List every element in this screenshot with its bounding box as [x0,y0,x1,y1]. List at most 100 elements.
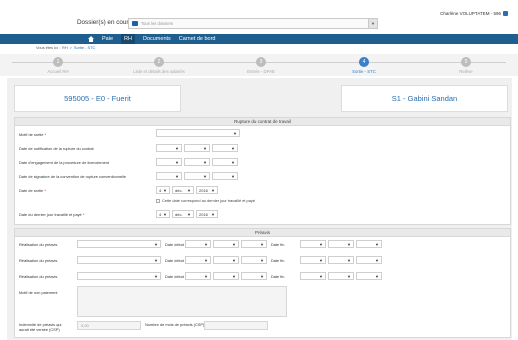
indemnite-label: Indemnité de préavis qui aurait été vers… [19,322,62,332]
dossier-placeholder: Tous les dossiers [141,21,174,26]
user-name: Charlène VOLUPTATEM - 596 [440,11,501,16]
fin-label-3: Date fin [271,274,285,279]
signature-day-select[interactable]: ▼ [156,172,182,180]
notification-day-select[interactable]: ▼ [156,144,182,152]
step-number: 5 [461,57,471,67]
breadcrumb-current: Sortie - STC [73,45,96,50]
step-entree[interactable]: 3 Entrée - DPAE [211,57,311,74]
nav-item-carnet[interactable]: Carnet de bord [179,36,216,42]
chevron-down-icon[interactable]: ▼ [368,19,377,28]
nav-item-paie[interactable]: Paie [102,36,113,42]
dernier-label: Date du dernier jour travaillé et payé * [19,212,84,217]
fin-year-1[interactable]: ▼ [356,240,382,248]
realisation-select-3[interactable]: ▼ [77,272,161,280]
fin-month-3[interactable]: ▼ [328,272,354,280]
preavis-title: Préavis [15,229,510,237]
fin-year-2[interactable]: ▼ [356,256,382,264]
fin-month-1[interactable]: ▼ [328,240,354,248]
motif-non-paiement-label: Motif de non paiement [19,290,58,295]
home-icon[interactable] [88,36,94,42]
dernier-month-select[interactable]: déc. ▼ [172,210,194,218]
debut-label-3: Date début [165,274,185,279]
dernier-year: 2016 [199,211,208,217]
step-liste[interactable]: 2 Liste et détails des salariés [109,57,209,74]
step-accueil[interactable]: 1 Accueil RH [8,57,108,74]
nav-item-rh[interactable]: RH [121,34,135,44]
rupture-section: Rupture du contrat de travail Motif de s… [14,117,511,225]
fin-month-2[interactable]: ▼ [328,256,354,264]
rupture-title: Rupture du contrat de travail [15,118,510,126]
debut-day-2[interactable]: ▼ [185,256,211,264]
dernier-month: déc. [175,211,183,217]
breadcrumb-rh[interactable]: RH [62,45,68,50]
required-mark: * [44,132,47,137]
fin-label-2: Date fin [271,258,285,263]
sortie-year-select[interactable]: 2016 ▼ [196,186,218,194]
debut-year-3[interactable]: ▼ [241,272,267,280]
debut-label-1: Date début [165,242,185,247]
debut-month-2[interactable]: ▼ [213,256,239,264]
debut-label-2: Date début [165,258,185,263]
step-sortie[interactable]: 4 Sortie - STC [314,57,414,74]
nav-item-documents[interactable]: Documents [143,36,171,42]
engagement-year-select[interactable]: ▼ [212,158,238,166]
realisation-select-1[interactable]: ▼ [77,240,161,248]
page: Charlène VOLUPTATEM - 596 Dossier(s) en … [0,0,518,340]
sortie-month-select[interactable]: déc. ▼ [172,186,194,194]
notification-year-select[interactable]: ▼ [212,144,238,152]
fin-day-1[interactable]: ▼ [300,240,326,248]
debut-month-3[interactable]: ▼ [213,272,239,280]
notification-month-select[interactable]: ▼ [184,144,210,152]
dernier-day-select[interactable]: 4 ▼ [156,210,170,218]
sortie-month: déc. [175,187,183,193]
indemnite-input[interactable]: 0,00 [77,321,141,330]
checkbox-label: Cette date correspond au dernier jour tr… [162,198,255,203]
step-label: Sortie - STC [352,69,376,74]
debut-year-2[interactable]: ▼ [241,256,267,264]
step-number: 2 [154,57,164,67]
sortie-label-text: Date de sortie [19,188,44,193]
motif-label-text: Motif de sortie [19,132,44,137]
mois-preavis-label: Nombre de mois de préavis (CSP) [145,322,205,327]
fin-year-3[interactable]: ▼ [356,272,382,280]
fin-day-3[interactable]: ▼ [300,272,326,280]
mois-preavis-input[interactable] [204,321,268,330]
engagement-month-select[interactable]: ▼ [184,158,210,166]
signature-month-select[interactable]: ▼ [184,172,210,180]
dernier-label-text: Date du dernier jour travaillé et payé [19,212,82,217]
sortie-year: 2016 [199,187,208,193]
engagement-day-select[interactable]: ▼ [156,158,182,166]
signature-label: Date de signature de la convention de ru… [19,174,127,179]
motif-label: Motif de sortie * [19,132,46,137]
breadcrumb: Vous êtes ici : RH > Sortie - STC [36,45,95,50]
employee-person-box: S1 - Gabini Sandan [341,85,508,112]
folder-icon [132,21,138,26]
sortie-day-select[interactable]: 4 ▼ [156,186,170,194]
user-info: Charlène VOLUPTATEM - 596 [440,11,508,16]
motif-select[interactable]: ▼ [156,129,240,137]
preavis-section: Préavis Réalisation du préavis ▼ Date dé… [14,228,511,338]
dernier-jour-checkbox-row[interactable]: Cette date correspond au dernier jour tr… [156,198,255,203]
motif-non-paiement-textarea[interactable] [77,286,287,317]
engagement-label: Date d'engagement de la procédure de lic… [19,160,110,165]
debut-year-1[interactable]: ▼ [241,240,267,248]
chevron-down-icon: ▼ [233,131,237,136]
debut-day-1[interactable]: ▼ [185,240,211,248]
step-number: 1 [53,57,63,67]
fin-day-2[interactable]: ▼ [300,256,326,264]
employee-company-box: 595005 - E0 - Fuerit [14,85,181,112]
step-number: 4 [359,57,369,67]
step-label: Entrée - DPAE [247,69,275,74]
debut-day-3[interactable]: ▼ [185,272,211,280]
realisation-select-2[interactable]: ▼ [77,256,161,264]
logout-icon[interactable] [503,11,508,16]
dernier-year-select[interactable]: 2016 ▼ [196,210,218,218]
step-releve[interactable]: 5 Relève [416,57,516,74]
dernier-jour-checkbox[interactable] [156,198,160,203]
dernier-day: 4 [159,211,162,217]
main-nav: Paie RH Documents Carnet de bord [0,34,518,44]
debut-month-1[interactable]: ▼ [213,240,239,248]
dossier-select[interactable]: Tous les dossiers ▼ [128,18,378,29]
realisation-label-3: Réalisation du préavis [19,274,58,279]
signature-year-select[interactable]: ▼ [212,172,238,180]
